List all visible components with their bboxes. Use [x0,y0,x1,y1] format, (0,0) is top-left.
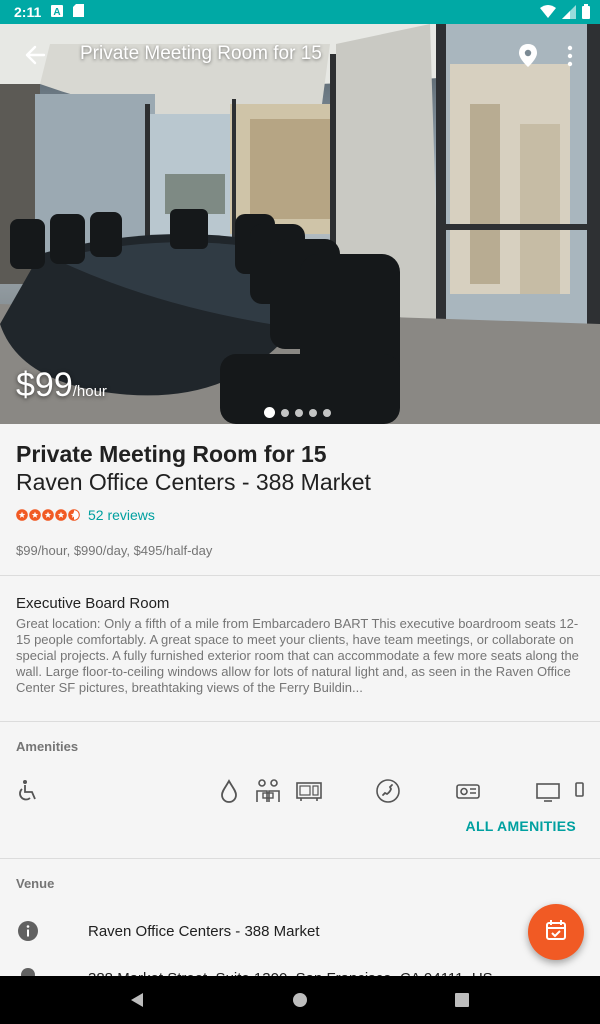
nav-back-icon[interactable] [128,990,148,1015]
app-bar: Private Meeting Room for 15 [0,24,600,86]
wifi-icon [540,4,556,22]
listing-title: Private Meeting Room for 15 [16,441,327,467]
star-full-icon [55,509,67,521]
divider [0,575,600,576]
star-rating [16,509,80,521]
sd-card-icon [73,4,85,20]
star-half-icon [68,509,80,521]
info-icon [16,919,40,948]
description-text[interactable]: Great location: Only a fifth of a mile f… [16,616,584,696]
venue-name[interactable]: Raven Office Centers - 388 Market [88,923,320,940]
wheelchair-accessible-icon [16,778,42,804]
carousel-dot[interactable] [323,408,331,417]
water-icon [216,778,242,804]
map-pin-icon[interactable] [518,44,538,73]
all-amenities-button[interactable]: ALL AMENITIES [466,818,576,834]
rating-row[interactable]: 52 reviews [16,507,155,523]
price-overlay: $99/hour [16,366,107,405]
venue-title: Raven Office Centers - 388 Market [16,469,371,495]
carousel-dot[interactable] [295,408,303,417]
a-notification-icon: A [51,4,64,20]
price-unit: /hour [72,383,107,400]
divider [0,858,600,859]
carousel-dot[interactable] [309,408,317,417]
people-meeting-icon [254,778,280,804]
page-title: Private Meeting Room for 15 [80,43,322,64]
price-amount: $99 [16,366,73,404]
description-title: Executive Board Room [16,595,170,612]
more-vert-icon[interactable] [562,44,578,73]
star-full-icon [29,509,41,521]
svg-text:A: A [54,7,61,17]
carousel-dot[interactable] [264,407,275,418]
carousel-indicator[interactable] [264,407,331,418]
phone-icon [375,778,401,804]
carousel-dot[interactable] [281,408,289,417]
reviews-link[interactable]: 52 reviews [88,507,155,523]
hero-image[interactable]: Private Meeting Room for 15 $99/hour [0,24,600,424]
rates-text: $99/hour, $990/day, $495/half-day [16,543,213,558]
book-fab-button[interactable] [528,904,584,960]
calendar-check-icon [545,919,567,946]
nav-home-icon[interactable] [290,990,310,1015]
star-full-icon [42,509,54,521]
signal-icon [562,4,576,22]
status-time: 2:11 [14,4,42,20]
whiteboard-icon [574,778,584,804]
tv-monitor-icon [535,778,561,804]
amenities-label: Amenities [16,739,79,754]
venue-info-icon-wrap [16,919,40,948]
star-full-icon [16,509,28,521]
arrow-back-icon[interactable] [20,41,52,69]
system-nav-bar [0,976,600,1024]
projector-icon [296,778,324,804]
status-bar: 2:11 A [0,0,600,24]
nav-recents-icon[interactable] [452,990,472,1015]
battery-icon [582,4,590,22]
divider [0,721,600,722]
video-conference-icon [455,778,481,804]
venue-label: Venue [16,876,55,891]
